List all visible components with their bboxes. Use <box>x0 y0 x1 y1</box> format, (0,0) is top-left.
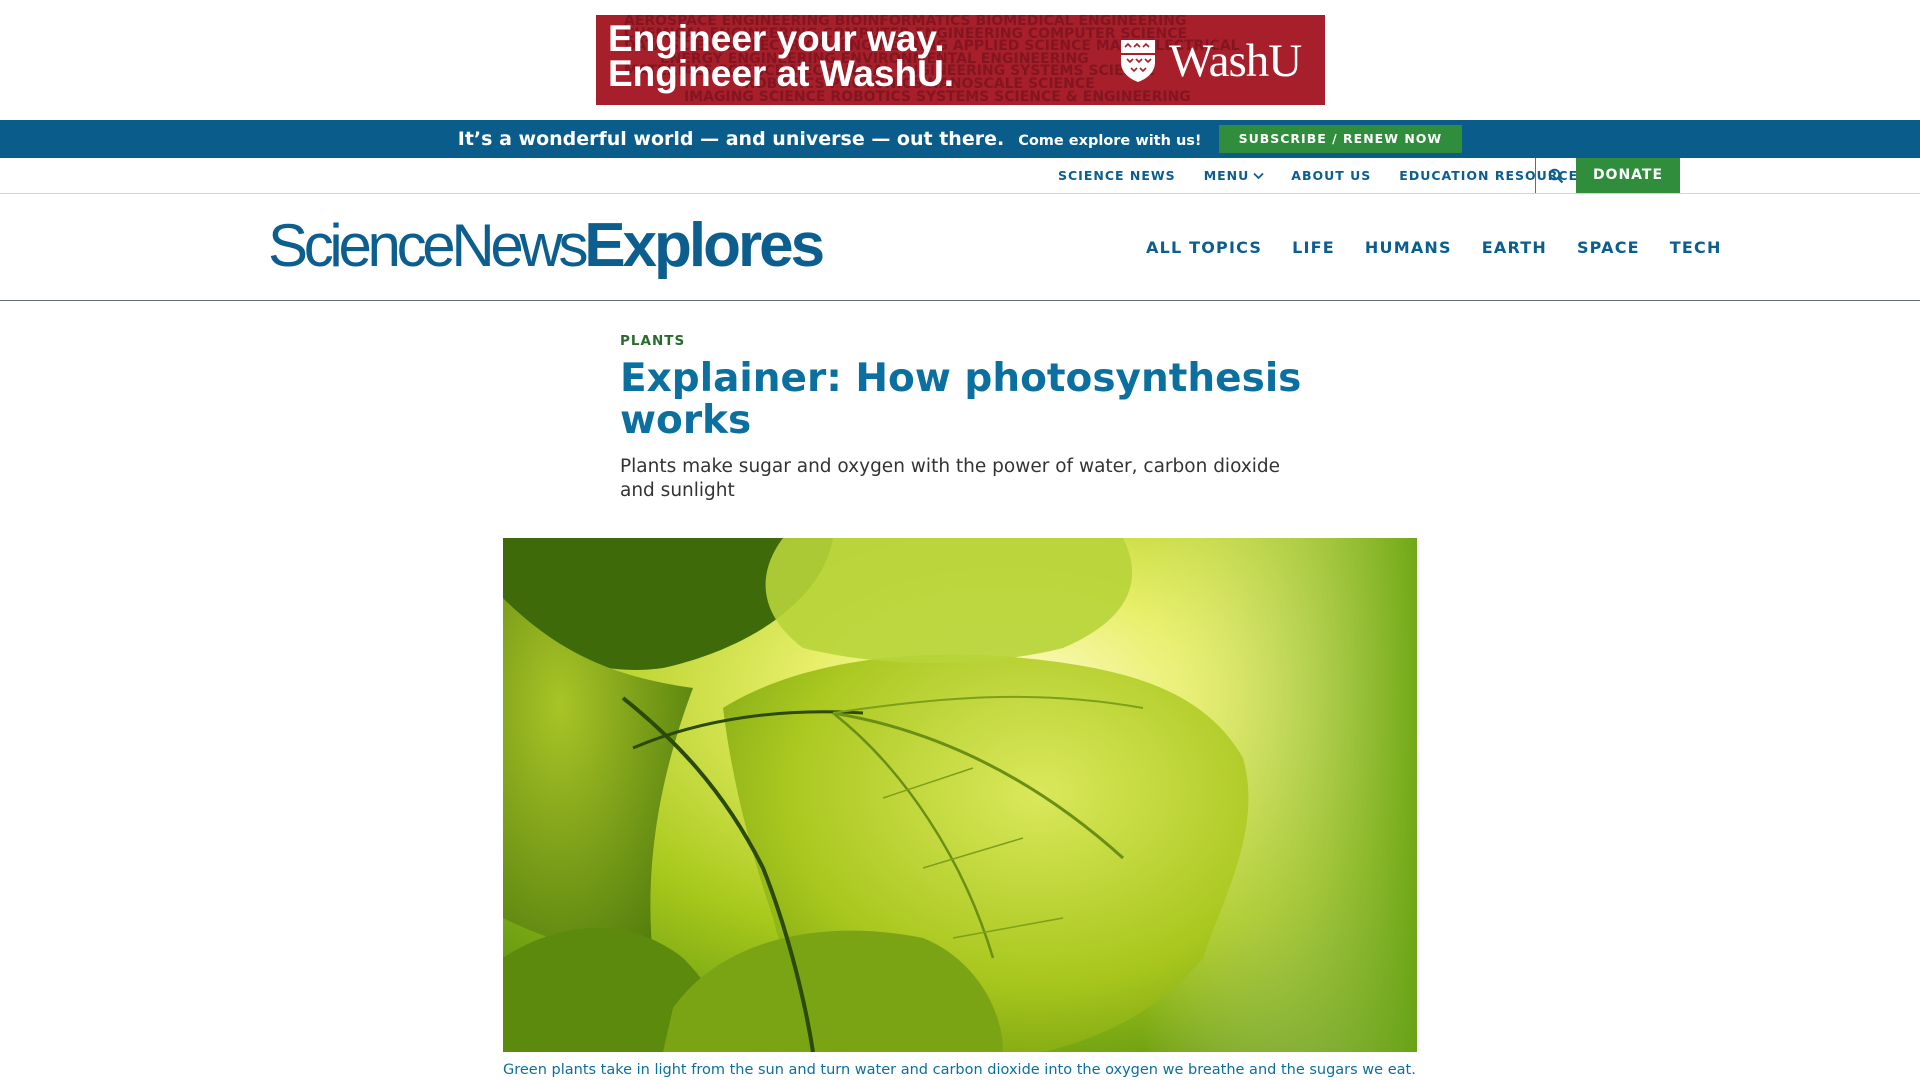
topic-life[interactable]: LIFE <box>1292 238 1335 257</box>
topic-space[interactable]: SPACE <box>1577 238 1640 257</box>
ad-brand-name: WashU <box>1169 34 1302 87</box>
promo-tagline: It’s a wonderful world — and universe — … <box>457 128 1005 150</box>
subscribe-button[interactable]: SUBSCRIBE / RENEW NOW <box>1218 125 1463 153</box>
article-title: Explainer: How photosynthesis works <box>620 356 1302 443</box>
search-icon <box>1548 168 1564 183</box>
ad-headline-line-1: Engineer your way. <box>608 18 945 59</box>
washu-logo: WashU <box>1119 33 1302 89</box>
image-caption: Green plants take in light from the sun … <box>503 1062 1416 1078</box>
donate-button[interactable]: DONATE <box>1576 158 1680 193</box>
about-us-link[interactable]: ABOUT US <box>1291 168 1371 183</box>
menu-label: MENU <box>1203 168 1250 183</box>
ad-headline: Engineer your way. Engineer at WashU. <box>608 18 955 94</box>
article-dek: Plants make sugar and oxygen with the po… <box>620 456 1281 501</box>
logo-explores: Explores <box>584 211 825 280</box>
hero-image <box>503 538 1417 1052</box>
chevron-down-icon <box>1253 172 1264 179</box>
article-category-link[interactable]: PLANTS <box>620 333 685 349</box>
washu-advertisement[interactable]: AEROSPACE ENGINEERING BIOINFORMATICS BIO… <box>596 15 1325 105</box>
menu-button[interactable]: MENU <box>1204 168 1265 183</box>
topic-nav: ALL TOPICS LIFE HUMANS EARTH SPACE TECH <box>1146 238 1722 257</box>
promo-bar: It’s a wonderful world — and universe — … <box>0 120 1920 158</box>
shield-icon <box>1121 40 1155 82</box>
site-logo[interactable]: ScienceNews Explores <box>268 210 825 280</box>
leaves-illustration <box>503 538 1417 1052</box>
topic-all[interactable]: ALL TOPICS <box>1146 238 1262 257</box>
search-button[interactable] <box>1535 158 1576 193</box>
topic-earth[interactable]: EARTH <box>1482 238 1547 257</box>
science-news-link[interactable]: SCIENCE NEWS <box>1058 168 1176 183</box>
promo-subline: Come explore with us! <box>1018 132 1202 149</box>
utility-nav: SCIENCE NEWS MENU ABOUT US EDUCATION RES… <box>0 158 1920 194</box>
logo-science-news: ScienceNews <box>268 212 588 279</box>
topic-humans[interactable]: HUMANS <box>1365 238 1452 257</box>
topic-tech[interactable]: TECH <box>1670 238 1722 257</box>
ad-headline-line-2: Engineer at WashU. <box>608 53 955 94</box>
